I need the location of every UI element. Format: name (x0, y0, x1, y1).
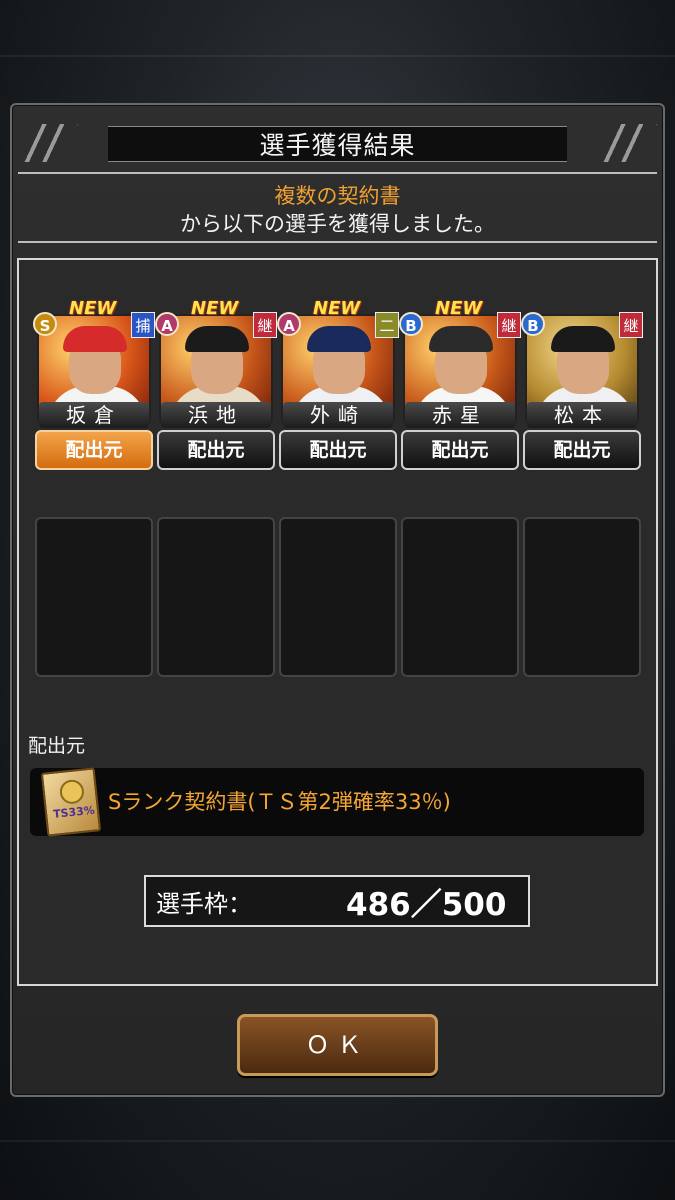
title-decoration-left (18, 124, 78, 162)
player-name: 坂倉 (39, 402, 149, 428)
player-name: 浜地 (161, 402, 271, 428)
player-name: 外崎 (283, 402, 393, 428)
dialog-title: 選手獲得結果 (108, 126, 567, 162)
player-card[interactable]: 松本 B 継 配出元 (521, 300, 643, 475)
source-section-label: 配出元 (28, 735, 86, 757)
player-name: 松本 (527, 402, 637, 428)
result-message: から以下の選手を獲得しました。 (180, 212, 495, 236)
new-badge: NEW (69, 298, 117, 319)
roster-value: 486／500 (346, 886, 507, 923)
title-bar: 選手獲得結果 (18, 124, 657, 162)
source-button[interactable]: 配出元 (157, 430, 275, 470)
title-decoration-right (597, 124, 657, 162)
position-badge: 継 (253, 312, 277, 338)
new-badge: NEW (435, 298, 483, 319)
source-button[interactable]: 配出元 (523, 430, 641, 470)
position-badge: 継 (497, 312, 521, 338)
source-button[interactable]: 配出元 (35, 430, 153, 470)
roster-label: 選手枠： (156, 889, 252, 918)
source-button[interactable]: 配出元 (401, 430, 519, 470)
position-badge: 二 (375, 312, 399, 338)
position-badge: 捕 (131, 312, 155, 338)
contract-ticket-icon: TS33% (40, 767, 102, 837)
empty-slot (157, 517, 275, 677)
rank-badge: A (277, 312, 301, 336)
empty-slot (279, 517, 397, 677)
empty-slot (523, 517, 641, 677)
rank-badge: B (521, 312, 545, 336)
divider (18, 241, 657, 243)
rank-badge: A (155, 312, 179, 336)
empty-slot (401, 517, 519, 677)
player-card[interactable]: 赤星 NEW B 継 配出元 (399, 298, 521, 475)
player-card[interactable]: 浜地 NEW A 継 配出元 (155, 298, 277, 475)
source-item[interactable]: TS33% Sランク契約書(ＴＳ第2弾確率33％) (30, 767, 644, 837)
player-name: 赤星 (405, 402, 515, 428)
position-badge: 継 (619, 312, 643, 338)
source-name: 複数の契約書 (274, 184, 401, 208)
ok-button[interactable]: ＯＫ (237, 1014, 438, 1076)
roster-capacity: 選手枠： 486／500 (144, 875, 530, 927)
source-button[interactable]: 配出元 (279, 430, 397, 470)
rank-badge: S (33, 312, 57, 336)
divider (18, 172, 657, 174)
player-card[interactable]: 坂倉 NEW S 捕 配出元 (33, 298, 155, 475)
ticket-label: TS33% (52, 803, 96, 821)
player-card[interactable]: 外崎 NEW A 二 配出元 (277, 298, 399, 475)
empty-slot (35, 517, 153, 677)
new-badge: NEW (313, 298, 361, 319)
source-item-text: Sランク契約書(ＴＳ第2弾確率33％) (108, 790, 451, 814)
new-badge: NEW (191, 298, 239, 319)
rank-badge: B (399, 312, 423, 336)
